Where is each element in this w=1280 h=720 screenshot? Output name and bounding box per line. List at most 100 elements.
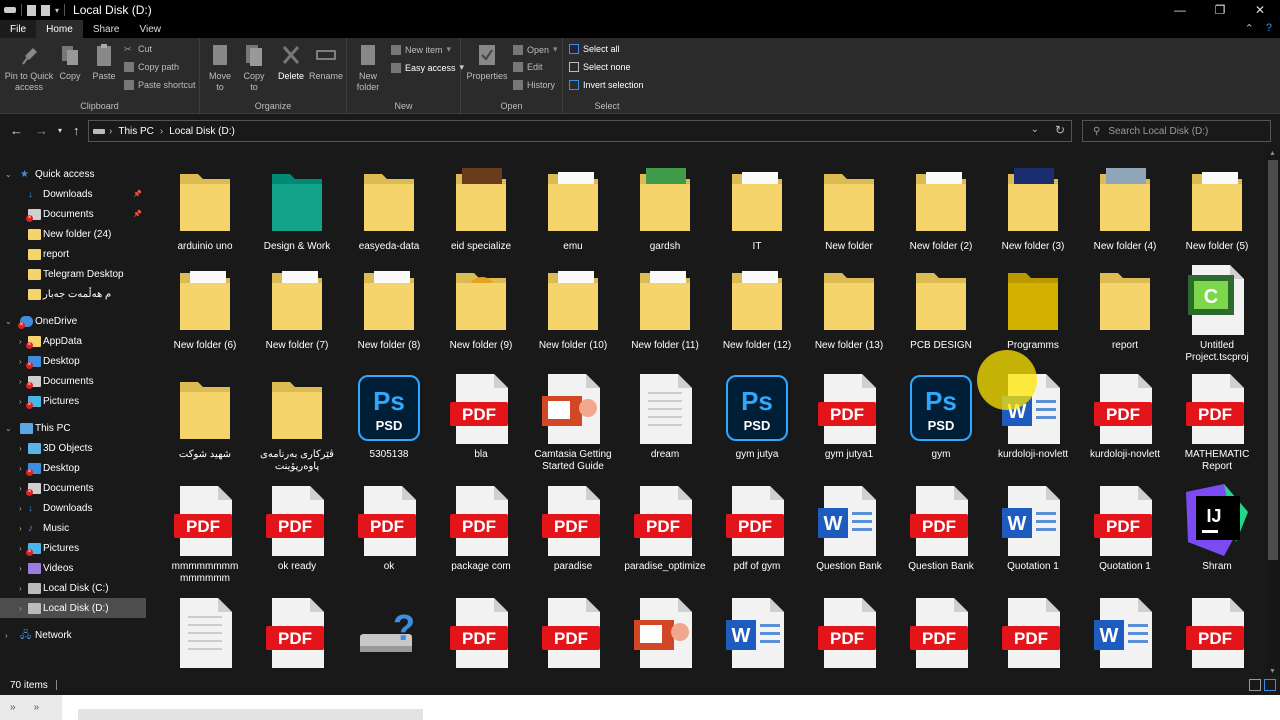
folder-item[interactable]: IT [712, 162, 802, 266]
scroll-up-icon[interactable]: ▲ [1269, 150, 1276, 157]
invert-selection-button[interactable]: Invert selection [569, 80, 644, 90]
file-item[interactable]: PDF Quotation 1 [1080, 482, 1170, 586]
file-item[interactable]: PDF paradise_optimize [620, 482, 710, 586]
refresh-icon[interactable]: ↻ [1055, 123, 1065, 137]
file-item[interactable]: PDF paradise [528, 482, 618, 586]
file-item[interactable]: PDF [1172, 594, 1262, 675]
nav-item-local-disk-d[interactable]: › Local Disk (D:) [0, 598, 146, 618]
edit-button[interactable]: Edit [513, 62, 543, 72]
file-item[interactable]: PDF kurdoloji-novlett [1080, 370, 1170, 474]
easy-access-button[interactable]: Easy access ▾ [391, 62, 464, 73]
folder-item[interactable]: New folder (10) [528, 261, 618, 365]
folder-item[interactable]: arduinio uno [160, 162, 250, 266]
collapse-ribbon-icon[interactable]: ⌃ [1245, 22, 1254, 35]
file-item[interactable]: W Question Bank [804, 482, 894, 586]
nav-item-3d-objects[interactable]: › 3D Objects [0, 438, 146, 458]
file-item[interactable]: PDF [896, 594, 986, 675]
file-item[interactable]: dream [620, 370, 710, 474]
select-none-button[interactable]: Select none [569, 62, 631, 72]
collapse-arrow-icon[interactable]: › [19, 584, 22, 593]
details-view-icon[interactable] [1249, 679, 1261, 691]
nav-item-onedrive[interactable]: ⌄ × OneDrive [0, 311, 146, 331]
folder-item[interactable]: New folder (2) [896, 162, 986, 266]
file-item[interactable]: Ps PSD 5305138 [344, 370, 434, 474]
nav-item-[interactable]: م هەڵمەت جەبار [0, 284, 146, 304]
nav-item-documents[interactable]: × Documents 📌 [0, 204, 146, 224]
file-item[interactable] [160, 594, 250, 675]
folder-item[interactable]: New folder (8) [344, 261, 434, 365]
scrollbar-thumb[interactable] [1268, 160, 1278, 560]
collapse-arrow-icon[interactable]: › [19, 484, 22, 493]
back-button[interactable]: ← [10, 123, 23, 138]
recent-locations-button[interactable]: ▾ [58, 126, 62, 135]
folder-item[interactable]: gardsh [620, 162, 710, 266]
folder-item[interactable]: easyeda-data [344, 162, 434, 266]
delete-button[interactable]: Delete [276, 42, 306, 82]
nav-item-pictures[interactable]: › × Pictures [0, 538, 146, 558]
file-item[interactable]: PDF [804, 594, 894, 675]
file-item[interactable]: W [712, 594, 802, 675]
file-item[interactable]: PDF pdf of gym [712, 482, 802, 586]
nav-item-telegram-desktop[interactable]: Telegram Desktop [0, 264, 146, 284]
copy-path-button[interactable]: Copy path [124, 62, 179, 72]
collapse-arrow-icon[interactable]: › [19, 524, 22, 533]
folder-item[interactable]: PCB DESIGN [896, 261, 986, 365]
vertical-scrollbar[interactable]: ▲ ▼ [1266, 150, 1280, 675]
cut-button[interactable]: ✂ Cut [124, 44, 152, 54]
file-item[interactable]: W Quotation 1 [988, 482, 1078, 586]
breadcrumb-this-pc[interactable]: This PC [118, 126, 154, 137]
large-icons-view-icon[interactable] [1264, 679, 1276, 691]
collapse-arrow-icon[interactable]: › [19, 397, 22, 406]
history-button[interactable]: History [513, 80, 555, 90]
new-folder-quick-icon[interactable] [41, 4, 50, 16]
nav-item-downloads[interactable]: ↓ Downloads 📌 [0, 184, 146, 204]
nav-item-desktop[interactable]: › × Desktop [0, 351, 146, 371]
tab-view[interactable]: View [130, 20, 172, 38]
folder-item[interactable]: Design & Work [252, 162, 342, 266]
folder-item[interactable]: New folder (5) [1172, 162, 1262, 266]
folder-item[interactable]: New folder [804, 162, 894, 266]
file-item[interactable]: PDF MATHEMATIC Report [1172, 370, 1262, 474]
expand-arrow-icon[interactable]: ⌄ [5, 317, 12, 326]
select-all-button[interactable]: Select all [569, 44, 620, 54]
minimize-button[interactable]: — [1160, 0, 1200, 20]
help-icon[interactable]: ? [1266, 22, 1272, 35]
file-item[interactable]: PDF [988, 594, 1078, 675]
nav-item-this-pc[interactable]: ⌄ This PC [0, 418, 146, 438]
breadcrumb-local-disk-d[interactable]: Local Disk (D:) [169, 126, 235, 137]
file-item[interactable]: ? [344, 594, 434, 675]
search-box[interactable]: ⚲ Search Local Disk (D:) [1082, 120, 1271, 142]
folder-item[interactable]: emu [528, 162, 618, 266]
file-item[interactable]: IJ Shram [1172, 482, 1262, 586]
properties-icon[interactable] [27, 4, 36, 16]
folder-item[interactable]: شهید شوکت [160, 370, 250, 474]
file-item[interactable] [620, 594, 710, 675]
nav-item-desktop[interactable]: › × Desktop [0, 458, 146, 478]
folder-item[interactable]: New folder (12) [712, 261, 802, 365]
forward-button[interactable]: → [35, 123, 48, 138]
file-item[interactable]: PDF bla [436, 370, 526, 474]
paste-shortcut-button[interactable]: Paste shortcut [124, 80, 196, 90]
file-item[interactable]: PDF ok ready [252, 482, 342, 586]
file-item[interactable]: Ps PSD gym jutya [712, 370, 802, 474]
chevron-double-icon[interactable]: » [34, 702, 40, 713]
folder-item[interactable]: ڤێرکاری بەرنامەی پاوەرپۆینت [252, 370, 342, 474]
nav-item-new-folder-24[interactable]: New folder (24) [0, 224, 146, 244]
nav-item-pictures[interactable]: › × Pictures [0, 391, 146, 411]
address-bar[interactable]: › This PC › Local Disk (D:) ⌄ ↻ [88, 120, 1072, 142]
file-item[interactable]: PDF mmmmmmmm mmmmmm [160, 482, 250, 586]
close-button[interactable]: ✕ [1240, 0, 1280, 20]
folder-item[interactable]: New folder (3) [988, 162, 1078, 266]
nav-item-local-disk-c[interactable]: › Local Disk (C:) [0, 578, 146, 598]
folder-item[interactable]: eid specialize [436, 162, 526, 266]
nav-item-quick-access[interactable]: ⌄ ★ Quick access [0, 164, 146, 184]
new-folder-button[interactable]: New folder [351, 42, 385, 93]
copy-to-button[interactable]: Copy to [238, 42, 270, 93]
folder-item[interactable]: New folder (7) [252, 261, 342, 365]
address-dropdown-icon[interactable]: ⌄ [1031, 124, 1039, 135]
collapse-arrow-icon[interactable]: › [19, 464, 22, 473]
file-item[interactable]: PDF [528, 594, 618, 675]
folder-item[interactable]: New folder (6) [160, 261, 250, 365]
open-button[interactable]: Open ▾ [513, 44, 558, 55]
file-item[interactable]: Camtasia Getting Started Guide [528, 370, 618, 474]
